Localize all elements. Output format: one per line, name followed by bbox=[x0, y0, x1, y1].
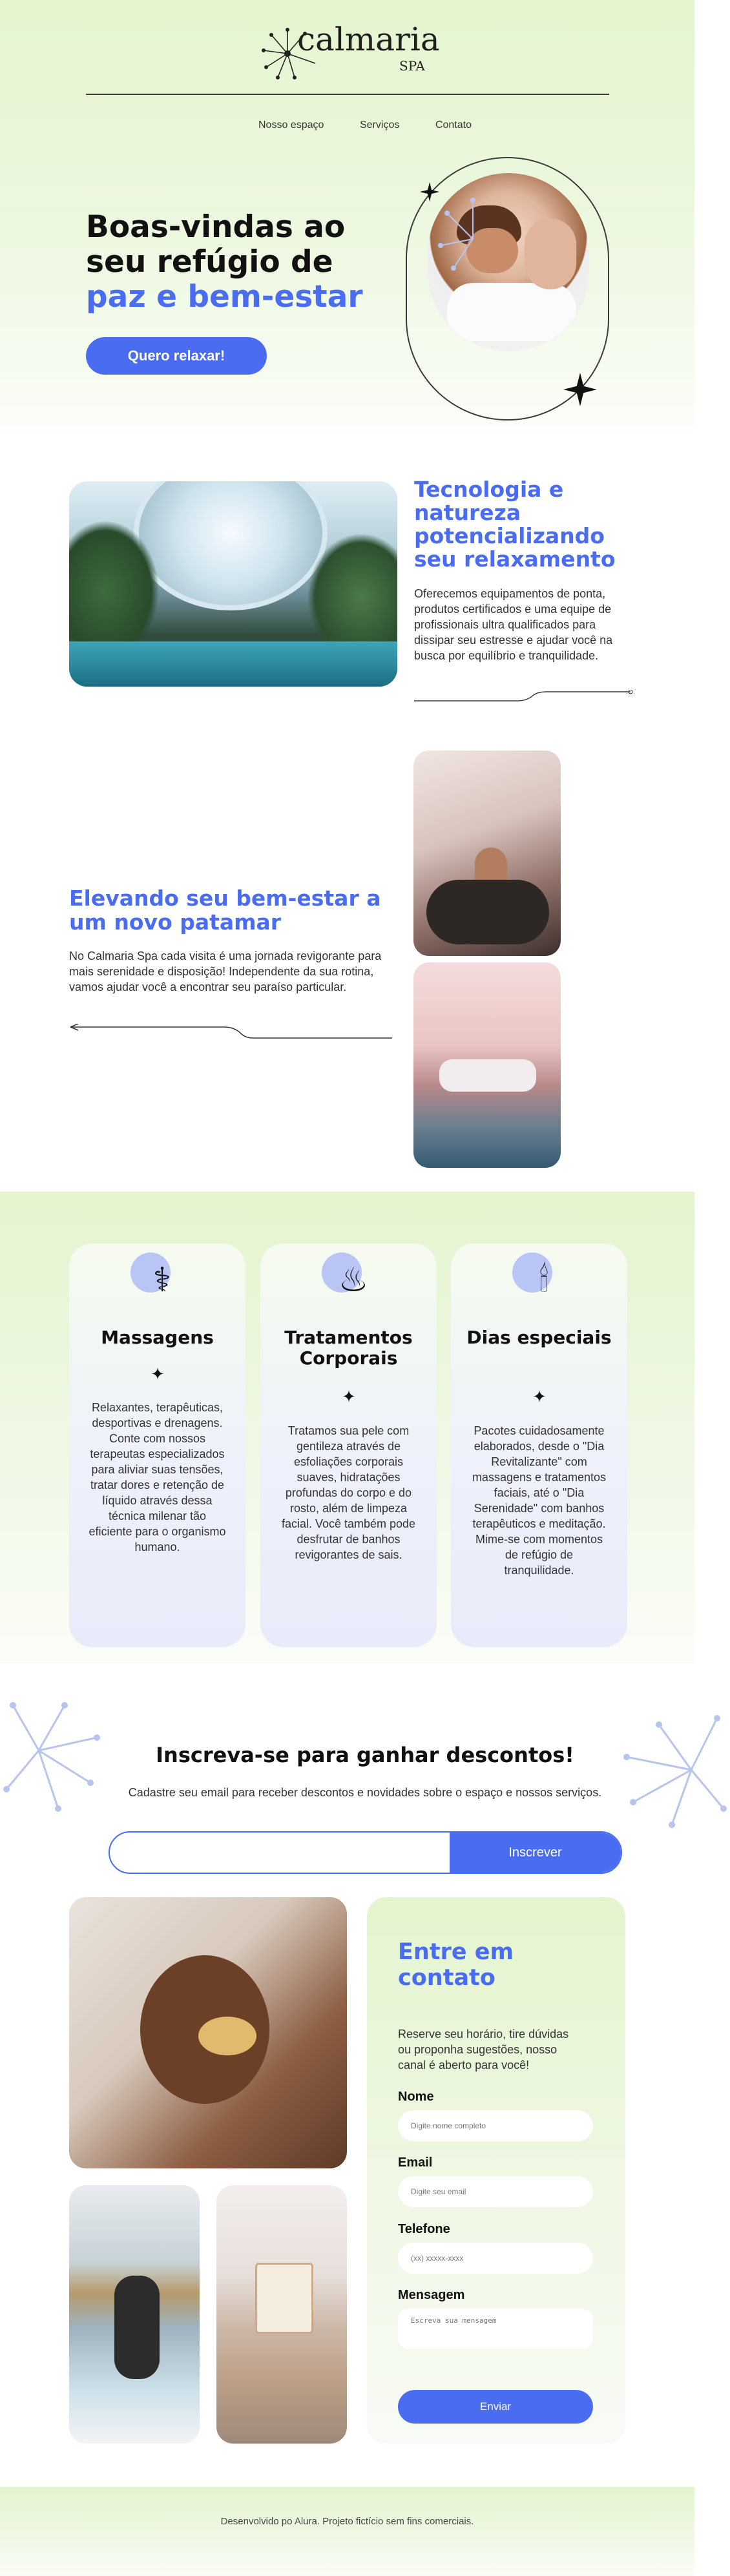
sparkle-icon: ✦ bbox=[532, 1387, 547, 1407]
hero-title-line1: Boas-vindas ao bbox=[86, 209, 346, 245]
subscribe-button[interactable]: Inscrever bbox=[450, 1833, 621, 1873]
reading-bath-image bbox=[216, 2185, 347, 2444]
facial-treatment-image bbox=[69, 1897, 347, 2168]
image-tub bbox=[426, 880, 549, 944]
hero-title-accent: paz e bem-estar bbox=[86, 279, 363, 315]
newsletter-email-input[interactable] bbox=[110, 1833, 451, 1873]
newsletter-title: Inscreva-se para ganhar descontos! bbox=[156, 1743, 574, 1767]
hero-title-line2: seu refúgio de bbox=[86, 244, 333, 280]
nav-item-services[interactable]: Serviços bbox=[360, 119, 399, 131]
service-text: Tratamos sua pele com gentileza através … bbox=[281, 1424, 416, 1561]
indoor-pool-image bbox=[413, 962, 561, 1168]
phone-field[interactable] bbox=[398, 2243, 593, 2274]
bathtub-glyph-icon: ♨ bbox=[338, 1261, 369, 1300]
newsletter-form: Inscrever bbox=[109, 1831, 622, 1874]
image-dome bbox=[134, 481, 328, 610]
hero-section: calmaria SPA Nosso espaço Serviços Conta… bbox=[0, 0, 694, 426]
email-field[interactable] bbox=[398, 2176, 593, 2207]
name-label: Nome bbox=[398, 2090, 434, 2104]
sparkle-icon: ✦ bbox=[151, 1365, 165, 1384]
image-book bbox=[255, 2263, 313, 2334]
hero-title: Boas-vindas ao seu refúgio de paz e bem-… bbox=[86, 210, 422, 315]
about-title: Tecnologia e natureza potencializando se… bbox=[414, 477, 616, 572]
about-text: Oferecemos equipamentos de ponta, produt… bbox=[414, 587, 613, 662]
candles-icon: 🕯 bbox=[512, 1252, 568, 1308]
logo-suffix: SPA bbox=[399, 58, 425, 74]
logo-wordmark: calmaria bbox=[297, 21, 440, 58]
main-nav: Nosso espaço Serviços Contato bbox=[258, 119, 472, 131]
image-person bbox=[114, 2276, 160, 2379]
image-plants-left bbox=[69, 520, 160, 662]
image-lounge bbox=[439, 1059, 536, 1092]
dandelion-deco-icon bbox=[623, 1715, 727, 1828]
image-pool bbox=[69, 641, 397, 687]
service-title: Dias especiais bbox=[466, 1327, 612, 1348]
contact-title: Entre em contato bbox=[398, 1939, 514, 1991]
wellness-text: No Calmaria Spa cada visita é uma jornad… bbox=[69, 950, 382, 993]
relax-cta-button[interactable]: Quero relaxar! bbox=[86, 337, 267, 375]
footer: Desenvolvido po Alura. Projeto fictício … bbox=[0, 2487, 694, 2576]
contact-text: Reserve seu horário, tire dúvidas ou pro… bbox=[398, 2028, 569, 2072]
image-eye-patch bbox=[198, 2017, 256, 2055]
bathtub-icon: ♨ bbox=[322, 1252, 377, 1308]
logo[interactable]: calmaria SPA bbox=[258, 18, 446, 79]
spa-dome-image bbox=[69, 481, 397, 687]
service-title: Tratamentos Corporais bbox=[284, 1327, 413, 1369]
image-hand bbox=[525, 218, 576, 289]
dandelion-deco-icon bbox=[438, 198, 475, 271]
sparkle-icon: ✦ bbox=[342, 1387, 356, 1407]
image-towel bbox=[447, 283, 576, 341]
wellness-title: Elevando seu bem-estar a um novo patamar bbox=[69, 886, 381, 935]
service-title: Massagens bbox=[101, 1327, 214, 1348]
massage-glyph-icon: ⚕ bbox=[152, 1261, 172, 1300]
service-card-special-days: 🕯 Dias especiais ✦ Pacotes cuidadosament… bbox=[451, 1243, 627, 1647]
service-card-body-treatments: ♨ Tratamentos Corporais ✦ Tratamos sua p… bbox=[260, 1243, 437, 1647]
candles-glyph-icon: 🕯 bbox=[539, 1261, 549, 1300]
sparkle-icon bbox=[563, 373, 597, 406]
decorative-arrow-line bbox=[414, 690, 633, 701]
nav-item-contact[interactable]: Contato bbox=[435, 119, 472, 131]
service-text: Pacotes cuidadosamente elaborados, desde… bbox=[472, 1424, 607, 1577]
message-field[interactable] bbox=[398, 2309, 593, 2349]
outdoor-bath-image bbox=[69, 2185, 200, 2444]
decorative-arrow-line bbox=[70, 1024, 392, 1039]
send-button[interactable]: Enviar bbox=[398, 2390, 593, 2424]
nav-item-space[interactable]: Nosso espaço bbox=[258, 119, 324, 131]
name-field[interactable] bbox=[398, 2110, 593, 2141]
email-label: Email bbox=[398, 2155, 433, 2170]
footer-text: Desenvolvido po Alura. Projeto fictício … bbox=[220, 2516, 474, 2527]
message-label: Mensagem bbox=[398, 2288, 465, 2302]
massage-icon: ⚕ bbox=[130, 1252, 186, 1308]
bathtub-rocks-image bbox=[413, 751, 561, 956]
phone-label: Telefone bbox=[398, 2222, 450, 2236]
service-card-massage: ⚕ Massagens ✦ Relaxantes, terapêuticas, … bbox=[69, 1243, 245, 1647]
newsletter-text: Cadastre seu email para receber desconto… bbox=[128, 1786, 602, 1799]
page: calmaria SPA Nosso espaço Serviços Conta… bbox=[0, 0, 730, 2576]
contact-panel: Entre em contato Reserve seu horário, ti… bbox=[367, 1897, 625, 2444]
header-divider bbox=[86, 94, 609, 95]
service-text: Relaxantes, terapêuticas, desportivas e … bbox=[89, 1401, 226, 1553]
